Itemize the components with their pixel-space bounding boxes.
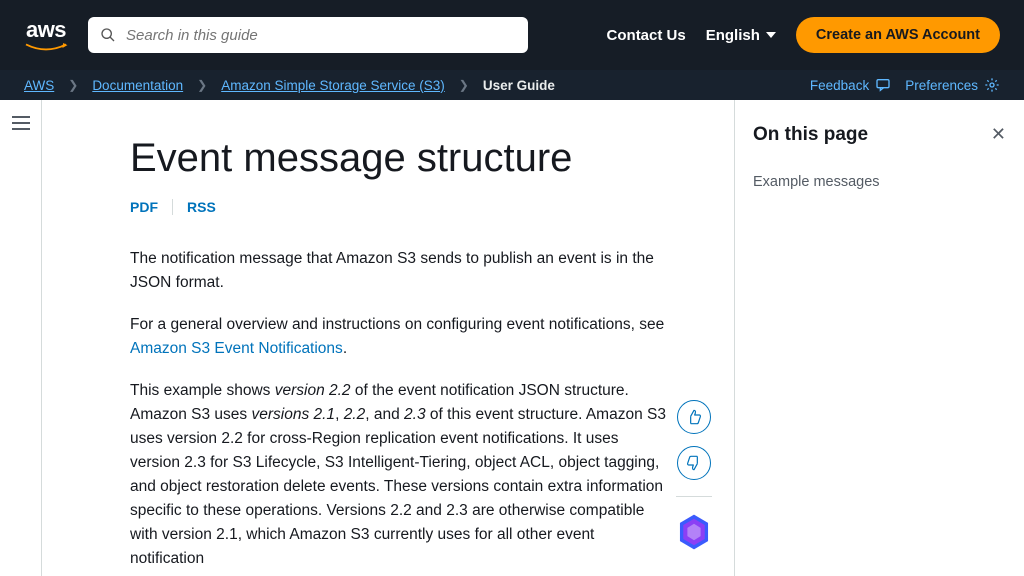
version-em: version 2.2: [275, 382, 351, 399]
rss-link[interactable]: RSS: [173, 199, 230, 215]
version-em: 2.3: [404, 406, 426, 423]
page-title: Event message structure: [130, 136, 674, 181]
thumbs-up-button[interactable]: [677, 400, 711, 434]
event-notifications-link[interactable]: Amazon S3 Event Notifications: [130, 340, 343, 357]
search-icon: [100, 27, 116, 43]
feedback-label: Feedback: [810, 78, 869, 93]
feedback-icon: [875, 77, 891, 93]
toc-heading: On this page: [753, 124, 1006, 146]
paragraph-2: For a general overview and instructions …: [130, 313, 670, 361]
breadcrumb-current: User Guide: [483, 78, 555, 93]
thumbs-down-icon: [686, 455, 702, 471]
paragraph-1: The notification message that Amazon S3 …: [130, 247, 670, 295]
left-rail: [0, 100, 42, 576]
top-nav: aws Contact Us English Create an AWS Acc…: [0, 0, 1024, 70]
divider: [676, 496, 712, 497]
article-content: Event message structure PDF RSS The noti…: [42, 100, 734, 576]
on-this-page-panel: ✕ On this page Example messages: [734, 100, 1024, 576]
paragraph-3: This example shows version 2.2 of the ev…: [130, 379, 670, 571]
text: For a general overview and instructions …: [130, 316, 664, 333]
pdf-link[interactable]: PDF: [130, 199, 173, 215]
gear-icon: [984, 77, 1000, 93]
toc-example-messages[interactable]: Example messages: [753, 174, 1006, 190]
thumbs-down-button[interactable]: [677, 446, 711, 480]
create-account-button[interactable]: Create an AWS Account: [796, 17, 1000, 53]
doc-format-links: PDF RSS: [130, 199, 674, 215]
chevron-right-icon: ❯: [459, 78, 469, 92]
preferences-label: Preferences: [905, 78, 978, 93]
floating-actions: [676, 400, 712, 551]
search-input[interactable]: [126, 27, 516, 44]
aws-smile-icon: [24, 43, 68, 53]
feedback-link[interactable]: Feedback: [810, 77, 891, 93]
thumbs-up-icon: [686, 409, 702, 425]
language-label: English: [706, 27, 760, 44]
text: This example shows: [130, 382, 275, 399]
text: , and: [365, 406, 404, 423]
chevron-right-icon: ❯: [197, 78, 207, 92]
text: ,: [335, 406, 344, 423]
main-row: Event message structure PDF RSS The noti…: [0, 100, 1024, 576]
aws-logo[interactable]: aws: [24, 17, 68, 53]
version-em: 2.2: [344, 406, 366, 423]
breadcrumb: AWS ❯ Documentation ❯ Amazon Simple Stor…: [0, 70, 1024, 100]
caret-down-icon: [766, 32, 776, 38]
contact-us-link[interactable]: Contact Us: [607, 27, 686, 44]
amazon-q-icon[interactable]: [677, 513, 711, 551]
breadcrumb-aws[interactable]: AWS: [24, 78, 54, 93]
text: .: [343, 340, 347, 357]
text: of this event structure. Amazon S3 uses …: [130, 406, 666, 567]
close-panel-button[interactable]: ✕: [991, 124, 1006, 145]
language-selector[interactable]: English: [706, 27, 776, 44]
menu-toggle-button[interactable]: [12, 116, 30, 130]
version-em: versions 2.1: [251, 406, 335, 423]
search-box[interactable]: [88, 17, 528, 53]
aws-logo-text: aws: [26, 17, 66, 43]
breadcrumb-documentation[interactable]: Documentation: [92, 78, 183, 93]
chevron-right-icon: ❯: [68, 78, 78, 92]
breadcrumb-s3[interactable]: Amazon Simple Storage Service (S3): [221, 78, 445, 93]
preferences-link[interactable]: Preferences: [905, 77, 1000, 93]
